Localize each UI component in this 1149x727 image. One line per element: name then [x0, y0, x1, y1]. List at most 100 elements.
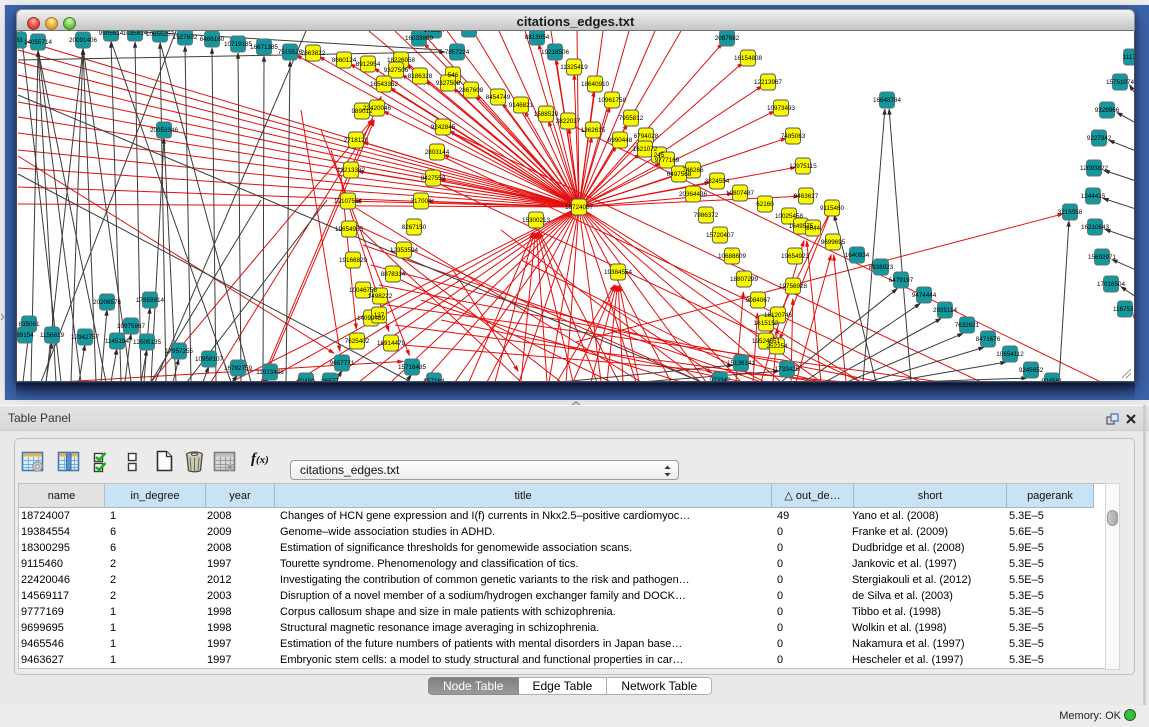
svg-text:1588520: 1588520	[534, 111, 559, 118]
svg-text:924561: 924561	[1041, 378, 1063, 381]
svg-text:20053346: 20053346	[150, 127, 179, 134]
svg-text:9329966: 9329966	[1095, 107, 1120, 114]
svg-text:12213382: 12213382	[337, 167, 366, 174]
svg-text:92450: 92450	[297, 378, 315, 381]
svg-text:89154: 89154	[17, 332, 34, 339]
svg-text:16210643: 16210643	[1081, 224, 1110, 231]
svg-text:1244415: 1244415	[1081, 193, 1106, 200]
svg-text:19654923: 19654923	[781, 253, 810, 260]
svg-text:10654112: 10654112	[996, 351, 1024, 358]
svg-text:6497568: 6497568	[667, 171, 692, 178]
svg-text:9463627: 9463627	[794, 193, 819, 200]
svg-text:16782759: 16782759	[224, 365, 253, 372]
svg-text:9242845: 9242845	[431, 124, 456, 131]
svg-text:7515526: 7515526	[278, 49, 303, 56]
svg-text:3822037: 3822037	[556, 118, 581, 125]
svg-text:7663822: 7663822	[301, 50, 326, 57]
svg-text:8912954: 8912954	[356, 61, 381, 68]
svg-text:17016504: 17016504	[1097, 281, 1126, 288]
svg-text:835061: 835061	[18, 321, 40, 328]
svg-text:2867608: 2867608	[459, 87, 484, 94]
svg-text:17859914: 17859914	[136, 297, 165, 304]
svg-text:9644: 9644	[806, 225, 821, 232]
svg-text:3824554: 3824554	[705, 178, 730, 185]
svg-text:15751074: 15751074	[1106, 79, 1134, 86]
svg-text:1156819: 1156819	[40, 332, 65, 339]
svg-text:8813054: 8813054	[525, 34, 550, 41]
svg-text:10807487: 10807487	[726, 190, 755, 197]
svg-text:2087682: 2087682	[715, 35, 740, 42]
svg-text:9146821: 9146821	[509, 102, 534, 109]
svg-text:317004: 317004	[410, 198, 432, 205]
svg-text:9245652: 9245652	[1019, 367, 1044, 374]
svg-text:9657771: 9657771	[330, 360, 355, 367]
svg-text:1035814: 1035814	[123, 31, 148, 37]
svg-text:9699695: 9699695	[821, 239, 846, 246]
svg-text:9227342: 9227342	[1087, 135, 1112, 142]
svg-text:15716485: 15716485	[398, 364, 427, 371]
svg-text:16914479: 16914479	[377, 340, 406, 347]
svg-text:7857224: 7857224	[445, 49, 470, 56]
svg-text:12505135: 12505135	[133, 339, 162, 346]
svg-text:10719185: 10719185	[224, 41, 253, 48]
svg-text:83: 83	[17, 37, 23, 44]
svg-text:7632621: 7632621	[955, 322, 980, 329]
svg-text:1640934: 1640934	[845, 252, 870, 259]
svg-text:16543362: 16543362	[370, 81, 399, 88]
svg-text:7625402: 7625402	[345, 338, 370, 345]
svg-text:1733426: 1733426	[775, 366, 800, 373]
svg-text:20364436: 20364436	[679, 191, 708, 198]
svg-text:16648784: 16648784	[873, 97, 902, 104]
svg-text:19218506: 19218506	[541, 49, 570, 56]
svg-text:9327506: 9327506	[384, 67, 409, 74]
svg-text:8454749: 8454749	[486, 94, 511, 101]
svg-text:973342: 973342	[709, 377, 731, 381]
svg-text:11923448: 11923448	[256, 369, 284, 376]
svg-text:9115460: 9115460	[820, 205, 845, 212]
svg-text:10973493: 10973493	[767, 105, 796, 112]
svg-text:1527602: 1527602	[173, 34, 198, 41]
svg-text:1615152: 1615152	[754, 320, 779, 327]
svg-text:2803144: 2803144	[425, 149, 450, 156]
svg-text:15300213: 15300213	[522, 217, 551, 224]
svg-text:14055714: 14055714	[24, 39, 53, 46]
svg-text:10958107: 10958107	[195, 356, 224, 363]
svg-text:20091406: 20091406	[69, 37, 98, 44]
svg-text:16154808: 16154808	[734, 55, 763, 62]
svg-text:16120746: 16120746	[764, 312, 793, 319]
svg-text:19384554: 19384554	[604, 269, 633, 276]
svg-text:96577: 96577	[321, 378, 339, 381]
svg-text:17957255: 17957255	[165, 348, 194, 355]
svg-text:12093822: 12093822	[1080, 165, 1109, 172]
svg-text:1362615: 1362615	[581, 127, 606, 134]
svg-text:546: 546	[448, 72, 459, 79]
svg-text:1145194: 1145194	[105, 338, 130, 345]
svg-text:7955812: 7955812	[619, 115, 644, 122]
svg-text:16033809: 16033809	[405, 35, 434, 42]
svg-text:989012: 989012	[351, 108, 373, 115]
svg-text:8878334: 8878334	[381, 271, 406, 278]
svg-text:1498222: 1498222	[368, 293, 393, 300]
svg-text:1167533: 1167533	[1113, 306, 1134, 313]
svg-text:11173: 11173	[1123, 54, 1134, 61]
svg-text:15720407: 15720407	[706, 232, 735, 239]
svg-text:19654985: 19654985	[335, 226, 364, 233]
svg-text:18226058: 18226058	[387, 57, 416, 64]
svg-text:8660124: 8660124	[332, 57, 357, 64]
svg-text:175224: 175224	[423, 31, 445, 34]
svg-text:10025458: 10025458	[775, 213, 804, 220]
svg-text:6479197: 6479197	[889, 277, 914, 284]
svg-text:157164: 157164	[423, 378, 445, 381]
svg-text:10107554: 10107554	[334, 198, 363, 205]
svg-text:18640910: 18640910	[581, 81, 610, 88]
svg-text:7485063: 7485063	[781, 133, 806, 140]
svg-text:9777169: 9777169	[655, 157, 680, 164]
svg-text:15136141: 15136141	[727, 360, 756, 367]
svg-text:881305: 881305	[458, 31, 480, 33]
svg-text:8938923: 8938923	[869, 264, 894, 271]
svg-text:19166829: 19166829	[339, 257, 368, 264]
svg-text:10975867: 10975867	[117, 323, 146, 330]
svg-text:6794028: 6794028	[634, 133, 659, 140]
svg-text:9905614: 9905614	[99, 31, 124, 37]
svg-text:8267150: 8267150	[402, 224, 427, 231]
